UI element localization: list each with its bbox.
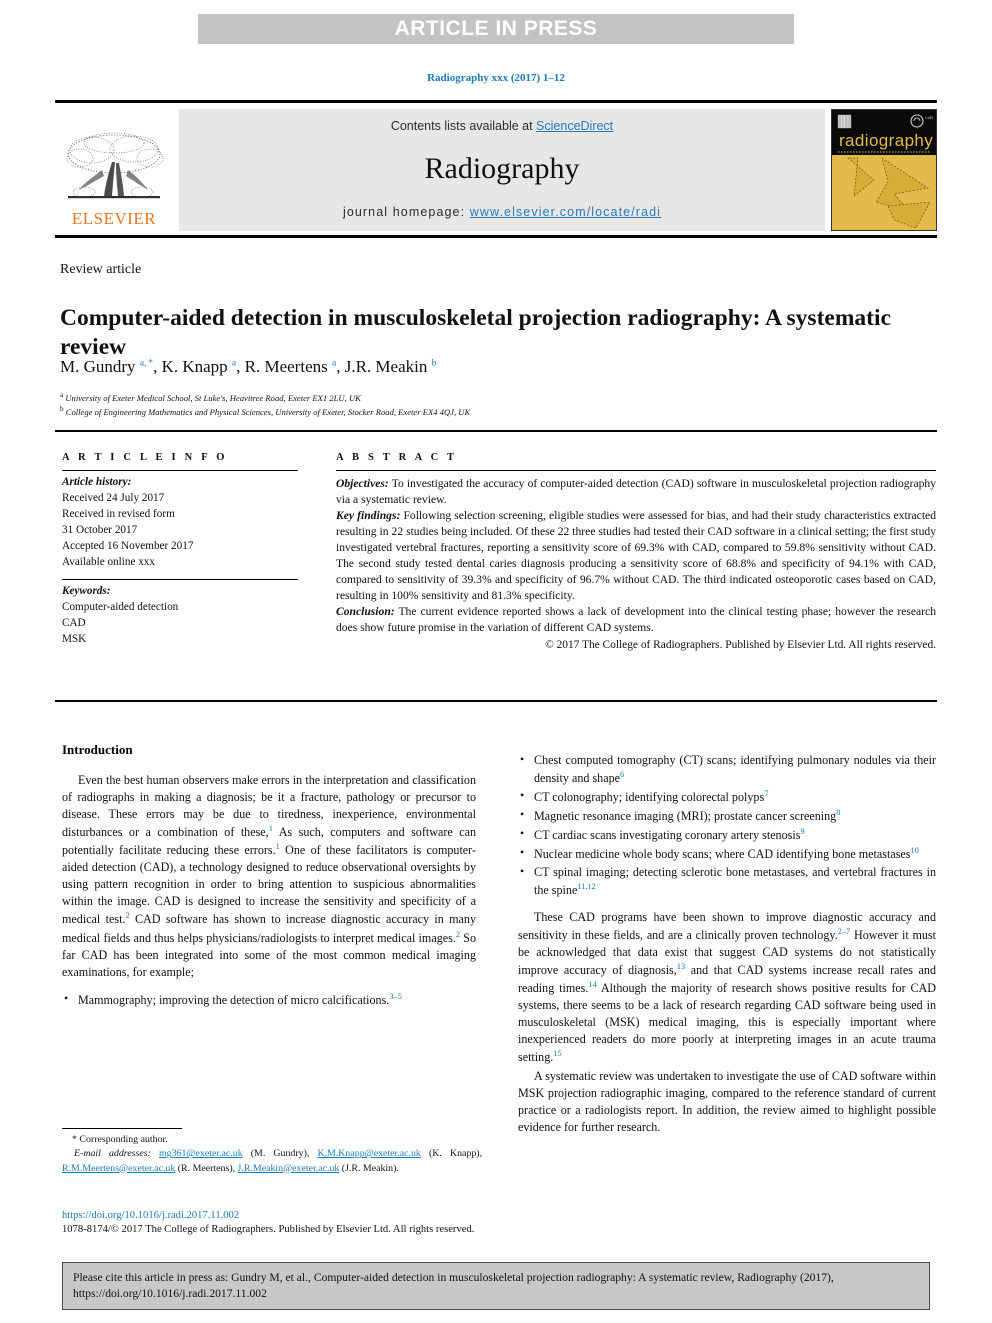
footnote-block: * Corresponding author. E-mail addresses… (62, 1133, 482, 1176)
keywords-entries: Computer-aided detection CAD MSK (62, 601, 178, 645)
abstract-section: A B S T R A C T Objectives: To investiga… (336, 452, 936, 654)
list-item: CT cardiac scans investigating coronary … (518, 825, 936, 844)
list-item: CT colonography; identifying colorectal … (518, 787, 936, 806)
sciencedirect-panel: Contents lists available at ScienceDirec… (179, 109, 825, 231)
journal-homepage-link[interactable]: www.elsevier.com/locate/radi (470, 205, 661, 219)
article-history-block: Article history: Received 24 July 2017 Re… (62, 471, 298, 570)
email-addresses-label: E-mail addresses: (74, 1148, 151, 1160)
footnote-divider (62, 1128, 182, 1129)
article-history-label: Article history: (62, 476, 132, 488)
contents-available-line: Contents lists available at ScienceDirec… (391, 119, 613, 133)
list-item: Nuclear medicine whole body scans; where… (518, 844, 936, 863)
bullet-list-left: Mammography; improving the detection of … (62, 990, 476, 1009)
abstract-conclusion: Conclusion: The current evidence reporte… (336, 604, 936, 636)
abstract-conclusion-label: Conclusion: (336, 604, 395, 618)
doi-link[interactable]: https://doi.org/10.1016/j.radi.2017.11.0… (62, 1210, 239, 1221)
body-column-right: Chest computed tomography (CT) scans; id… (518, 742, 936, 1138)
keyword-item: CAD (62, 617, 86, 630)
abstract-objectives-label: Objectives: (336, 477, 389, 490)
article-history-item: Received 24 July 2017 (62, 491, 165, 504)
keyword-item: Computer-aided detection (62, 601, 179, 614)
affiliation-item: a University of Exeter Medical School, S… (60, 391, 361, 403)
affiliation-item: b College of Engineering Mathematics and… (60, 405, 471, 418)
journal-title: Radiography (424, 152, 580, 185)
issn-copyright-line: 1078-8174/© 2017 The College of Radiogra… (62, 1224, 475, 1235)
homepage-prefix: journal homepage: (342, 205, 470, 219)
elsevier-tree-icon (66, 132, 164, 199)
keywords-block: Keywords: Computer-aided detection CAD MSK (62, 580, 298, 648)
elsevier-logo: ELSEVIER (55, 109, 173, 231)
keywords-label: Keywords: (62, 585, 111, 598)
list-item: Magnetic resonance imaging (MRI); prosta… (518, 806, 936, 825)
email-link[interactable]: mg361@exeter.ac.uk (159, 1148, 243, 1159)
email-link[interactable]: J.R.Meakin@exeter.ac.uk (238, 1163, 340, 1174)
abstract-key-findings-text: Following selection screening, eligible … (336, 508, 936, 602)
page-title: Computer-aided detection in musculoskele… (60, 304, 891, 360)
body-paragraph: Even the best human observers make error… (62, 773, 476, 979)
article-info-section: A R T I C L E I N F O Article history: R… (62, 452, 298, 648)
abstract-key-findings: Key findings: Following selection screen… (336, 508, 936, 604)
email-owner: (R. Meertens), (177, 1162, 236, 1174)
article-history-item: Available online xxx (62, 555, 155, 568)
intro-paragraphs-right: These CAD programs have been shown to im… (518, 909, 936, 1137)
email-owner: (M. Gundry), (250, 1148, 310, 1160)
journal-cover-artwork: CoR radiography (832, 110, 936, 230)
contents-available-prefix: Contents lists available at (390, 119, 537, 133)
article-history-item: 31 October 2017 (62, 523, 138, 536)
sciencedirect-link[interactable]: ScienceDirect (536, 119, 613, 133)
article-in-press-banner: ARTICLE IN PRESS (198, 14, 794, 44)
body-paragraph: A systematic review was undertaken to in… (518, 1069, 936, 1135)
introduction-heading: Introduction (62, 742, 133, 757)
article-history-item: Accepted 16 November 2017 (62, 539, 194, 552)
divider-under-authors (55, 430, 937, 432)
cite-this-article-box: Please cite this article in press as: Gu… (62, 1262, 930, 1311)
divider-under-abstract (55, 700, 937, 702)
article-in-press-label: ARTICLE IN PRESS (394, 17, 598, 40)
article-info-heading: A R T I C L E I N F O (62, 452, 228, 463)
intro-paragraphs-left: Even the best human observers make error… (62, 772, 476, 981)
bullet-list-right: Chest computed tomography (CT) scans; id… (518, 751, 936, 900)
list-item: Chest computed tomography (CT) scans; id… (518, 751, 936, 787)
article-history-entries: Received 24 July 2017 Received in revised… (62, 492, 193, 568)
article-history-item: Received in revised form (62, 507, 175, 520)
journal-masthead: ELSEVIER Contents lists available at Sci… (55, 100, 937, 238)
email-owner: (J.R. Meakin). (341, 1162, 399, 1174)
elsevier-wordmark: ELSEVIER (71, 209, 157, 228)
author-list: M. Gundry a, *, K. Knapp a, R. Meertens … (60, 357, 437, 376)
article-type-label: Review article (60, 262, 142, 277)
svg-text:CoR: CoR (925, 115, 933, 120)
email-owner: (K. Knapp), (428, 1148, 483, 1160)
abstract-objectives-text: To investigated the accuracy of computer… (336, 477, 936, 506)
journal-reference-line: Radiography xxx (2017) 1–12 (427, 72, 565, 84)
svg-text:radiography: radiography (839, 131, 933, 150)
corresponding-author-note: * Corresponding author. (72, 1134, 168, 1145)
journal-homepage-line: journal homepage: www.elsevier.com/locat… (343, 205, 661, 219)
body-column-left: Introduction Even the best human observe… (62, 742, 476, 1010)
affiliation-list: a University of Exeter Medical School, S… (60, 390, 930, 419)
email-addresses-note: E-mail addresses: mg361@exeter.ac.uk (M.… (62, 1147, 482, 1176)
abstract-key-findings-label: Key findings: (336, 508, 401, 522)
email-link[interactable]: R.M.Meertens@exeter.ac.uk (62, 1163, 175, 1174)
abstract-conclusion-text: The current evidence reported shows a la… (336, 604, 936, 634)
keyword-item: MSK (62, 633, 87, 646)
abstract-copyright: © 2017 The College of Radiographers. Pub… (545, 638, 936, 651)
list-item: Mammography; improving the detection of … (62, 990, 476, 1009)
abstract-objectives: Objectives: To investigated the accuracy… (336, 476, 936, 508)
email-link[interactable]: K.M.Knapp@exeter.ac.uk (317, 1148, 420, 1159)
list-item: CT spinal imaging; detecting sclerotic b… (518, 863, 936, 899)
abstract-body: Objectives: To investigated the accuracy… (336, 471, 936, 654)
abstract-heading: A B S T R A C T (336, 452, 458, 463)
body-paragraph: These CAD programs have been shown to im… (518, 909, 937, 1065)
journal-cover-thumbnail: CoR radiography (831, 109, 937, 231)
